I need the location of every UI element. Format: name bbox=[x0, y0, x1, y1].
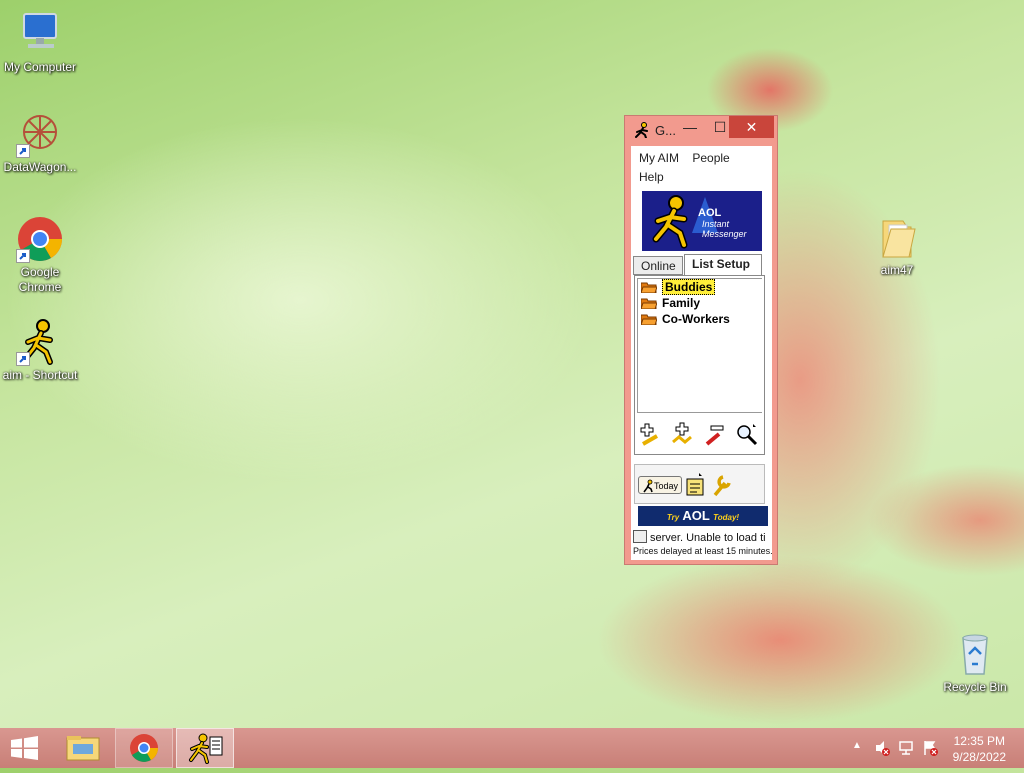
desktop-icon-my-computer[interactable]: My Computer bbox=[0, 10, 80, 75]
clock-date: 9/28/2022 bbox=[952, 750, 1006, 764]
notes-icon[interactable] bbox=[685, 473, 707, 502]
logo-aol-text: AOL bbox=[698, 207, 722, 219]
group-label: Buddies bbox=[662, 279, 716, 295]
banner-aol: AOL bbox=[682, 508, 710, 523]
recycle-bin-icon bbox=[951, 630, 999, 678]
list-toolbar bbox=[635, 418, 763, 448]
minimize-button[interactable]: — bbox=[675, 116, 705, 138]
aim-running-man-icon bbox=[189, 733, 223, 764]
titlebar[interactable]: G... — ☐ ✕ bbox=[625, 116, 777, 142]
logo-instant-text: Instant bbox=[702, 219, 730, 229]
window-title: G... bbox=[655, 123, 676, 138]
wrench-icon[interactable] bbox=[711, 473, 733, 502]
volume-muted-icon[interactable] bbox=[874, 740, 890, 756]
show-hidden-icons-icon[interactable]: ▲ bbox=[852, 740, 862, 751]
ticker-text: server. Unable to load ti bbox=[650, 532, 766, 544]
desktop-icon-label: aim47 bbox=[880, 263, 914, 277]
desktop-icon-label: Google Chrome bbox=[18, 265, 62, 294]
folder-icon bbox=[873, 213, 921, 261]
menu-people[interactable]: People bbox=[692, 151, 729, 165]
taskbar: ▲ 12:35 PM 9/28/2022 bbox=[0, 728, 1024, 768]
clock-time: 12:35 PM bbox=[953, 734, 1005, 748]
desktop-icon-aim47-folder[interactable]: aim47 bbox=[857, 213, 937, 278]
add-group-icon[interactable] bbox=[671, 422, 695, 446]
desktop-icon-label: DataWagon... bbox=[3, 160, 77, 174]
group-label: Co-Workers bbox=[662, 312, 730, 326]
aim-buddy-list-window[interactable]: G... — ☐ ✕ My AIM People Help AOL Instan… bbox=[624, 115, 778, 565]
aim-logo: AOL Instant Messenger bbox=[642, 191, 762, 251]
taskbar-file-explorer[interactable] bbox=[55, 728, 111, 768]
delay-note: Prices delayed at least 15 minutes. bbox=[633, 546, 773, 556]
search-icon[interactable] bbox=[735, 422, 759, 446]
shortcut-arrow-icon bbox=[16, 249, 30, 263]
desktop-icon-google-chrome[interactable]: Google Chrome bbox=[0, 215, 80, 295]
close-button[interactable]: ✕ bbox=[729, 116, 774, 138]
tools-panel: Today bbox=[634, 464, 765, 504]
logo-messenger-text: Messenger bbox=[702, 229, 747, 239]
aim-content: My AIM People Help AOL Instant Messenger … bbox=[631, 146, 773, 560]
aim-running-man-icon bbox=[16, 318, 64, 366]
desktop-icon-recycle-bin[interactable]: Recycle Bin bbox=[935, 630, 1015, 695]
system-tray: ▲ 12:35 PM 9/28/2022 bbox=[848, 728, 1024, 768]
chrome-icon bbox=[130, 734, 158, 762]
start-button[interactable] bbox=[0, 728, 48, 768]
taskbar-aim[interactable] bbox=[176, 728, 234, 768]
shortcut-arrow-icon bbox=[16, 352, 30, 366]
group-buddies[interactable]: Buddies bbox=[638, 279, 762, 295]
today-button[interactable]: Today bbox=[638, 476, 682, 494]
tab-bar: Online List Setup bbox=[633, 254, 770, 276]
stock-ticker[interactable]: server. Unable to load ti bbox=[633, 530, 771, 544]
desktop-icon-datawagon[interactable]: DataWagon... bbox=[0, 110, 80, 175]
clock[interactable]: 12:35 PM 9/28/2022 bbox=[953, 733, 1006, 765]
computer-icon bbox=[16, 10, 64, 58]
shortcut-arrow-icon bbox=[16, 144, 30, 158]
banner-today: Today! bbox=[713, 513, 740, 522]
aim-running-man-icon bbox=[633, 122, 651, 141]
folder-open-icon bbox=[641, 298, 657, 309]
chrome-icon bbox=[16, 215, 64, 263]
add-buddy-icon[interactable] bbox=[639, 422, 663, 446]
tab-online[interactable]: Online bbox=[633, 256, 683, 275]
menu-help[interactable]: Help bbox=[639, 170, 664, 184]
desktop-icon-aim-shortcut[interactable]: aim - Shortcut bbox=[0, 318, 80, 383]
desktop-icon-label: Recycle Bin bbox=[943, 680, 1007, 694]
ticker-icon bbox=[633, 530, 647, 543]
banner-try: Try bbox=[666, 513, 680, 522]
windows-logo-icon bbox=[11, 736, 38, 760]
try-aol-banner[interactable]: Try AOL Today! bbox=[638, 506, 768, 526]
datawagon-icon bbox=[16, 110, 64, 158]
group-family[interactable]: Family bbox=[638, 295, 762, 311]
delete-icon[interactable] bbox=[703, 422, 727, 446]
group-co-workers[interactable]: Co-Workers bbox=[638, 311, 762, 327]
tab-list-setup[interactable]: List Setup bbox=[684, 254, 762, 276]
aim-running-man-icon bbox=[643, 479, 653, 493]
taskbar-chrome[interactable] bbox=[115, 728, 173, 768]
menu-my-aim[interactable]: My AIM bbox=[639, 151, 679, 165]
group-list[interactable]: Buddies Family Co-Workers bbox=[637, 278, 762, 413]
desktop-icon-label: My Computer bbox=[3, 60, 77, 74]
desktop-icon-label: aim - Shortcut bbox=[2, 368, 78, 382]
folder-open-icon bbox=[641, 314, 657, 325]
today-label: Today bbox=[653, 481, 678, 491]
list-setup-panel: Buddies Family Co-Workers bbox=[634, 275, 765, 455]
action-center-flag-icon[interactable] bbox=[922, 740, 938, 756]
network-icon[interactable] bbox=[898, 740, 914, 756]
folder-open-icon bbox=[641, 282, 657, 293]
file-explorer-icon bbox=[66, 736, 100, 761]
group-label: Family bbox=[662, 296, 701, 310]
menu-bar: My AIM People Help bbox=[631, 146, 772, 187]
